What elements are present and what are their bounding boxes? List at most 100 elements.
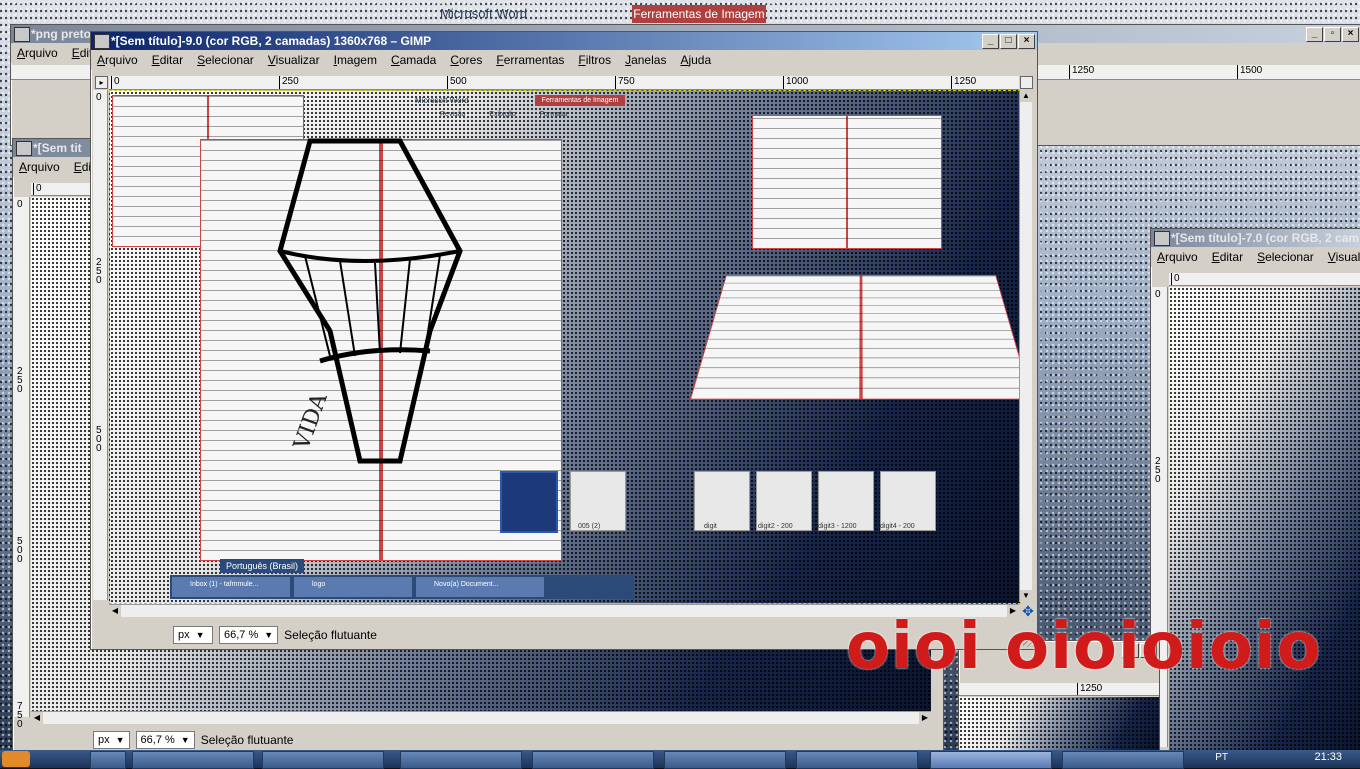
vruler-label: 0 [17,199,23,210]
taskbar-button[interactable] [796,751,918,769]
ribbon-tab: Exibição [489,111,516,118]
unit-select[interactable]: px ▼ [173,626,213,644]
scroll-left-button[interactable]: ◀ [109,605,121,617]
bg-window-fragment-ruler: 1250 [959,683,1159,696]
nested-task-button: Novo(a) Document... [416,577,544,597]
gimp-icon [1154,231,1170,246]
zoom-value: 66,7 % [224,629,259,641]
vertical-scrollbar[interactable]: ▲ ▼ [1019,90,1032,602]
menu-visualizar[interactable]: Visualizar [268,53,320,67]
window-title: *[Sem título]-9.0 (cor RGB, 2 camadas) 1… [111,34,432,48]
menu-arquivo[interactable]: Arquivo [1157,250,1198,264]
menu-filtros[interactable]: Filtros [578,53,611,67]
nested-task-button: Inbox (1) - tafmmule... [172,577,290,597]
menu-ajuda[interactable]: Ajuda [680,53,711,67]
language-indicator[interactable]: PT [1215,752,1228,763]
maximize-button[interactable]: □ [1000,34,1017,49]
taskbar-button[interactable] [532,751,654,769]
thumbnail-folder[interactable] [500,471,558,533]
bg-window-right-hruler: 0 [1169,273,1360,286]
thumbnail-image[interactable] [570,471,626,531]
ribbon-tab: Formatar [539,111,569,118]
scroll-left-button[interactable]: ◀ [31,712,43,724]
ruler-tick: 250 [279,76,299,89]
bg-window-left-title: *[Sem tit [33,141,82,155]
ruler-tick: 0 [33,183,42,195]
zoom-corner-icon[interactable] [1020,76,1033,89]
bg-window-png-title: *png preto [31,27,91,41]
bg-word-title: Microsoft Word [440,6,528,21]
menu-selecionar[interactable]: Selecionar [197,53,254,67]
scroll-up-button[interactable]: ▲ [1020,90,1032,102]
status-message: Seleção flutuante [200,733,294,747]
menu-arquivo[interactable]: Arquivo [19,160,60,174]
image-canvas[interactable]: Microsoft Word Ferramentas de Imagem Rev… [109,90,1021,604]
bg-window-left-statusbar: px ▼ 66,7 % ▼ Seleção flutuante [93,729,294,751]
bg-window-fragment-canvas[interactable] [959,697,1159,751]
taskbar-button[interactable] [400,751,522,769]
scroll-down-button[interactable]: ▼ [1020,590,1032,602]
menu-arquivo[interactable]: Arquivo [97,53,138,67]
start-button[interactable] [2,751,30,767]
status-message: Seleção flutuante [284,628,377,642]
gimp-icon [94,34,110,49]
thumbnail-label: digit4 - 200 [880,523,915,530]
menu-editar[interactable]: Editar [1212,250,1243,264]
menu-camada[interactable]: Camada [391,53,436,67]
thumbnail-image[interactable] [756,471,812,531]
vruler-label: 500 [96,425,102,454]
ruler-tick: 750 [615,76,635,89]
thumbnail-image[interactable] [818,471,874,531]
menu-ferramentas[interactable]: Ferramentas [496,53,564,67]
menu-visualizar[interactable]: Visualiz [1328,250,1360,264]
menu-selecionar[interactable]: Selecionar [1257,250,1314,264]
ruler-tick: 0 [111,76,120,89]
taskbar-button[interactable] [132,751,254,769]
gimp-main-window[interactable]: *[Sem título]-9.0 (cor RGB, 2 camadas) 1… [90,31,1038,650]
bg-window-right-title: *[Sem título]-7.0 (cor RGB, 2 cam [1171,231,1360,245]
menu-arquivo[interactable]: Arquivo [17,46,58,60]
taskbar-button[interactable] [262,751,384,769]
minimize-button[interactable]: _ [982,34,999,49]
ruler-tick: 1250 [1077,683,1102,695]
nested-tools-tab: Ferramentas de Imagem [535,95,625,106]
zoom-select[interactable]: 66,7 % ▼ [135,731,195,749]
unit-value: px [98,734,110,746]
menu-editar[interactable]: Editar [152,53,183,67]
thumbnail-image[interactable] [694,471,750,531]
nested-task-button: logo [294,577,412,597]
taskbar-button[interactable] [90,751,126,769]
ribbon-tab: Revisão [440,111,466,118]
gimp-icon [16,141,32,156]
quick-mask-corner-button[interactable]: ▸ [95,76,108,89]
taskbar-button[interactable] [664,751,786,769]
window-controls: _ ▫ × [1306,27,1359,42]
bg-tools-tab[interactable]: Ferramentas de Imagem [632,5,766,23]
nested-ribbon: Revisão Exibição Formatar [440,111,610,123]
gimp-vruler: 0 250 500 [93,90,108,600]
restore-button[interactable]: ▫ [1324,27,1341,42]
menu-imagem[interactable]: Imagem [334,53,377,67]
scroll-right-button[interactable]: ▶ [919,712,931,724]
close-button[interactable]: × [1342,27,1359,42]
thumbnail-image[interactable] [880,471,936,531]
chevron-down-icon: ▼ [195,630,205,640]
ruler-tick: 1250 [1069,65,1094,79]
taskbar-button[interactable] [1062,751,1184,769]
taskbar: PT 21:33 [0,750,1360,769]
unit-select[interactable]: px ▼ [93,731,130,749]
graffiti-text: oioi oioioioio [846,610,1322,684]
menu-editar[interactable]: Edi [74,160,91,174]
clock[interactable]: 21:33 [1314,751,1342,763]
menu-janelas[interactable]: Janelas [625,53,666,67]
minimize-button[interactable]: _ [1306,27,1323,42]
gimp-titlebar[interactable]: *[Sem título]-9.0 (cor RGB, 2 camadas) 1… [91,32,1037,50]
close-button[interactable]: × [1018,34,1035,49]
bg-window-right-titlebar[interactable]: *[Sem título]-7.0 (cor RGB, 2 cam [1151,229,1360,247]
chevron-down-icon: ▼ [115,735,125,745]
horizontal-scrollbar[interactable]: ◀ ▶ [31,711,931,724]
comic-page-flat [752,115,942,249]
taskbar-button-active[interactable] [930,751,1052,769]
zoom-select[interactable]: 66,7 % ▼ [219,626,279,644]
menu-cores[interactable]: Cores [450,53,482,67]
